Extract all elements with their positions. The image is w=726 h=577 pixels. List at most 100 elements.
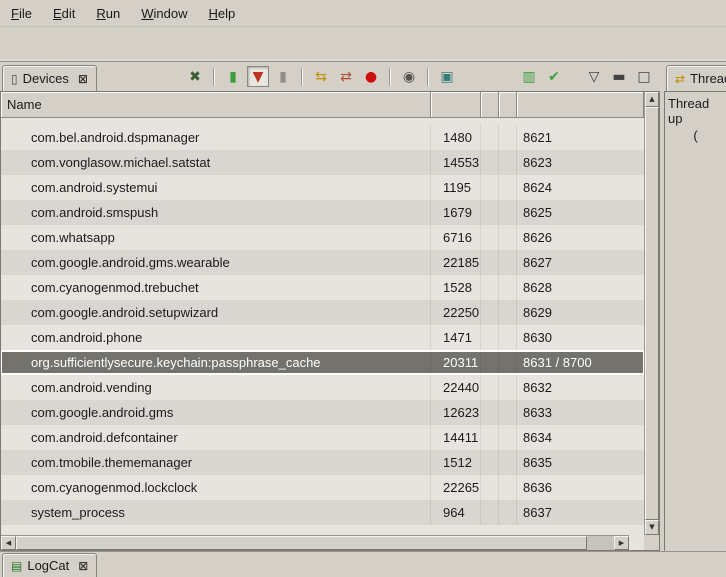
column-header-name[interactable]: Name	[1, 92, 431, 118]
cell-empty	[499, 400, 517, 425]
cell-port: 8634	[517, 425, 644, 450]
cell-empty	[499, 425, 517, 450]
tab-devices[interactable]: ▯ Devices ⊠	[2, 65, 97, 91]
scroll-right-icon[interactable]: ▶	[614, 536, 629, 550]
thread-dump-icon[interactable]: ⇄	[335, 66, 357, 87]
cell-empty	[481, 352, 499, 373]
column-header-port[interactable]	[517, 92, 644, 118]
cell-name: com.cyanogenmod.lockclock	[1, 475, 431, 500]
device-row[interactable]: com.google.android.gms126238633	[1, 400, 644, 425]
cell-empty	[499, 325, 517, 350]
cell-name: com.android.vending	[1, 375, 431, 400]
system-information-icon[interactable]: ▥	[518, 66, 540, 87]
device-row[interactable]: com.google.android.gms.wearable221858627	[1, 250, 644, 275]
device-row[interactable]: com.cyanogenmod.lockclock22265 8636	[1, 475, 644, 500]
stop-process-icon[interactable]: ●	[360, 66, 382, 87]
cell-port: 8636	[517, 475, 644, 500]
menu-run[interactable]: Run	[96, 6, 120, 21]
maximize-icon[interactable]: □	[633, 66, 655, 87]
device-row[interactable]: com.google.android.setupwizard222508629	[1, 300, 644, 325]
cell-port: 8623	[517, 150, 644, 175]
scroll-up-icon[interactable]: ▲	[645, 92, 659, 107]
cell-name: com.whatsapp	[1, 225, 431, 250]
device-row[interactable]: com.android.vending22440 8632	[1, 375, 644, 400]
menu-help[interactable]: Help	[208, 6, 235, 21]
update-heap-icon[interactable]: ▮	[222, 66, 244, 87]
cell-port: 8631 / 8700	[517, 352, 644, 373]
device-row[interactable]: com.cyanogenmod.trebuchet15288628	[1, 275, 644, 300]
cell-port: 8637	[517, 500, 644, 525]
cell-empty	[499, 300, 517, 325]
cell-pid: 1471	[431, 325, 481, 350]
cell-name: com.android.smspush	[1, 200, 431, 225]
cell-pid: 1480	[431, 125, 481, 150]
device-row[interactable]: system_process9648637	[1, 500, 644, 525]
menu-file[interactable]: File	[11, 6, 32, 21]
devices-table: Name com.bel.android.dspmanager14808621c…	[0, 91, 660, 551]
device-table-area: Name com.bel.android.dspmanager14808621c…	[1, 92, 644, 550]
device-row[interactable]: com.android.defcontainer144118634	[1, 425, 644, 450]
vertical-scrollbar[interactable]: ▲ ▼	[644, 92, 659, 535]
screen-capture-icon[interactable]: ◉	[398, 66, 420, 87]
cell-empty	[481, 125, 499, 150]
cell-pid: 964	[431, 500, 481, 525]
devices-toolbar: ✖ ▮▼▮ ⇆⇄● ◉ ▣ ▥✔ ▽▬□	[184, 62, 660, 91]
threads-message-line1: Thread up	[668, 96, 723, 126]
minimize-icon[interactable]: ▬	[608, 66, 630, 87]
tab-threads[interactable]: ⇄ Threads	[666, 65, 726, 91]
scroll-down-icon[interactable]: ▼	[645, 520, 659, 535]
debug-process-icon[interactable]: ✖	[184, 66, 206, 87]
cell-empty	[481, 275, 499, 300]
logcat-icon: ▤	[11, 559, 22, 573]
cell-empty	[481, 500, 499, 525]
column-header-pid[interactable]	[431, 92, 481, 118]
device-row[interactable]: com.android.smspush16798625	[1, 200, 644, 225]
cell-pid: 22185	[431, 250, 481, 275]
device-row[interactable]: com.whatsapp67168626	[1, 225, 644, 250]
device-row[interactable]: com.bel.android.dspmanager14808621	[1, 125, 644, 150]
cell-pid: 1195	[431, 175, 481, 200]
vertical-scrollbar-thumb[interactable]	[645, 107, 659, 520]
cell-name: com.google.android.setupwizard	[1, 300, 431, 325]
horizontal-scrollbar-thumb[interactable]	[16, 536, 587, 550]
menu-bar: File Edit Run Window Help	[0, 0, 726, 27]
devices-tabbar: ▯ Devices ⊠ ✖ ▮▼▮ ⇆⇄● ◉ ▣ ▥✔ ▽▬□	[0, 62, 660, 91]
cell-empty	[499, 175, 517, 200]
tab-logcat[interactable]: ▤ LogCat ⊠	[2, 553, 97, 577]
cause-gc-icon[interactable]: ▮	[272, 66, 294, 87]
cell-pid: 6716	[431, 225, 481, 250]
device-row[interactable]: com.android.systemui11958624	[1, 175, 644, 200]
close-icon[interactable]: ⊠	[78, 72, 88, 86]
cell-empty	[481, 375, 499, 400]
method-profiling-icon[interactable]: ✔	[543, 66, 565, 87]
menu-window[interactable]: Window	[141, 6, 187, 21]
cell-name: com.vonglasow.michael.satstat	[1, 150, 431, 175]
devices-panel: ▯ Devices ⊠ ✖▮▼▮⇆⇄●◉▣▥✔▽▬□ Name	[0, 62, 660, 551]
cell-name: com.bel.android.dspmanager	[1, 125, 431, 150]
cell-port: 8628	[517, 275, 644, 300]
cell-pid: 22265	[431, 475, 481, 500]
cell-name: com.tmobile.thememanager	[1, 450, 431, 475]
view-menu-icon[interactable]: ▽	[583, 66, 605, 87]
horizontal-scrollbar[interactable]: ◀ ▶	[1, 535, 629, 550]
cell-empty	[481, 175, 499, 200]
screen-record-icon[interactable]: ▣	[436, 66, 458, 87]
cell-empty	[481, 425, 499, 450]
cell-pid: 22440	[431, 375, 481, 400]
device-row[interactable]: org.sufficientlysecure.keychain:passphra…	[1, 350, 644, 375]
close-icon[interactable]: ⊠	[78, 559, 88, 573]
cell-empty	[481, 450, 499, 475]
device-row[interactable]: com.tmobile.thememanager15128635	[1, 450, 644, 475]
workbench-area: ▯ Devices ⊠ ✖▮▼▮⇆⇄●◉▣▥✔▽▬□ Name	[0, 62, 726, 551]
cell-empty	[481, 225, 499, 250]
device-row[interactable]: com.android.phone14718630	[1, 325, 644, 350]
cell-pid: 20311	[431, 352, 481, 373]
device-row[interactable]: com.vonglasow.michael.satstat145538623	[1, 150, 644, 175]
update-threads-icon[interactable]: ⇆	[310, 66, 332, 87]
cell-empty	[499, 225, 517, 250]
menu-edit[interactable]: Edit	[53, 6, 75, 21]
cell-port: 8632	[517, 375, 644, 400]
dump-hprof-icon[interactable]: ▼	[247, 66, 269, 87]
scrollbar-corner	[644, 535, 659, 550]
scroll-left-icon[interactable]: ◀	[1, 536, 16, 550]
